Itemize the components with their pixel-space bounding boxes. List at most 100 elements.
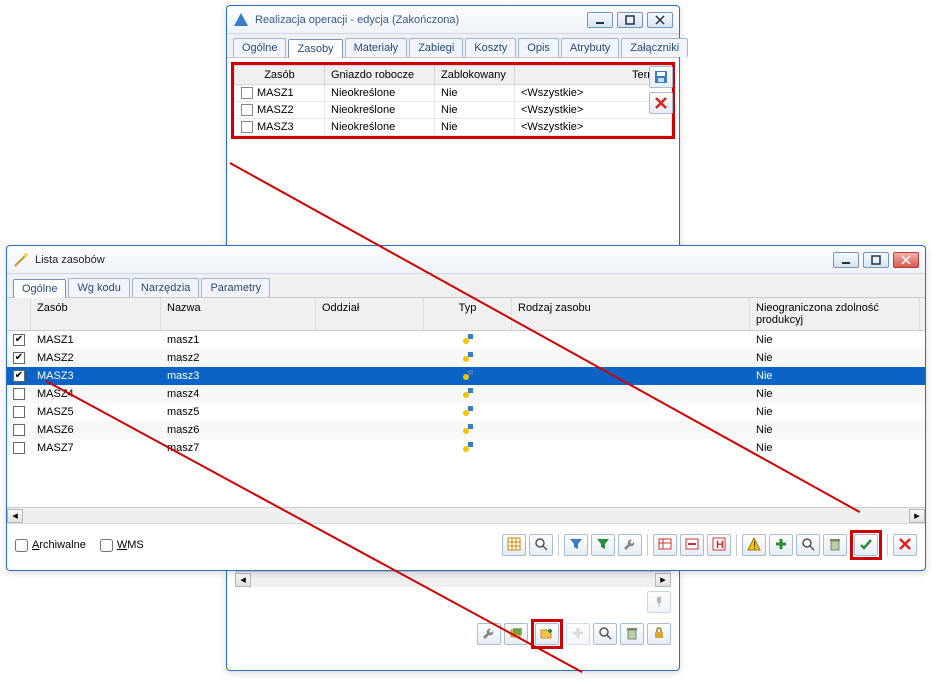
resource-row[interactable]: MASZ3NieokreśloneNie<Wszystkie> bbox=[235, 119, 672, 136]
row-checkbox[interactable] bbox=[13, 406, 25, 418]
row-checkbox[interactable] bbox=[241, 121, 253, 133]
resource-row[interactable]: MASZ1NieokreśloneNie<Wszystkie> bbox=[235, 85, 672, 102]
machine-type-icon bbox=[460, 332, 476, 346]
row-checkbox[interactable] bbox=[241, 87, 253, 99]
col-zablok[interactable]: Zablokowany bbox=[435, 66, 515, 85]
scroll-right-button[interactable]: ▸ bbox=[655, 573, 671, 587]
tab-atrybuty[interactable]: Atrybuty bbox=[561, 38, 619, 57]
trash-icon bbox=[625, 626, 639, 643]
list-row[interactable]: MASZ1masz1Nie bbox=[7, 331, 925, 349]
red-x-button[interactable] bbox=[893, 534, 917, 556]
warning-button[interactable]: ! bbox=[742, 534, 766, 556]
horizontal-scrollbar[interactable]: ◂ ▸ bbox=[235, 571, 671, 587]
lock-button[interactable] bbox=[647, 623, 671, 645]
close-button[interactable] bbox=[647, 12, 673, 28]
scroll-left-button[interactable]: ◂ bbox=[7, 509, 23, 523]
list-row[interactable]: MASZ4masz4Nie bbox=[7, 385, 925, 403]
tab-ogólne[interactable]: Ogólne bbox=[13, 279, 66, 298]
table-minus-button[interactable] bbox=[680, 534, 704, 556]
trash-button[interactable] bbox=[620, 623, 644, 645]
maximize-button[interactable] bbox=[617, 12, 643, 28]
pin-icon bbox=[653, 596, 665, 608]
minimize-button[interactable] bbox=[587, 12, 613, 28]
plus-disabled-button[interactable] bbox=[566, 623, 590, 645]
grid-button[interactable] bbox=[502, 534, 526, 556]
list-row[interactable]: MASZ5masz5Nie bbox=[7, 403, 925, 421]
scroll-left-button[interactable]: ◂ bbox=[235, 573, 251, 587]
resource-row[interactable]: MASZ2NieokreśloneNie<Wszystkie> bbox=[235, 102, 672, 119]
wrench-button[interactable] bbox=[477, 623, 501, 645]
wrench-button[interactable] bbox=[618, 534, 642, 556]
tab-zasoby[interactable]: Zasoby bbox=[288, 39, 342, 58]
window-title: Lista zasobów bbox=[35, 254, 833, 266]
col-gniazdo[interactable]: Gniazdo robocze bbox=[325, 66, 435, 85]
pin-button[interactable] bbox=[647, 591, 671, 613]
tab-ogólne[interactable]: Ogólne bbox=[233, 38, 286, 57]
footer-bar: Archiwalne WMS H! bbox=[7, 523, 925, 566]
tab-załączniki[interactable]: Załączniki bbox=[621, 38, 688, 57]
red-x-icon bbox=[898, 537, 912, 554]
col-zasob[interactable]: Zasób bbox=[235, 66, 325, 85]
list-row[interactable]: MASZ2masz2Nie bbox=[7, 349, 925, 367]
grid-header[interactable]: Zasób Nazwa Oddział Typ Rodzaj zasobu Ni… bbox=[7, 298, 925, 331]
horizontal-scrollbar[interactable]: ◂ ▸ bbox=[7, 507, 925, 523]
table-red-button[interactable] bbox=[653, 534, 677, 556]
list-row[interactable]: MASZ6masz6Nie bbox=[7, 421, 925, 439]
col-zasob[interactable]: Zasób bbox=[31, 298, 161, 330]
tab-parametry[interactable]: Parametry bbox=[201, 278, 270, 297]
magnifier-button[interactable] bbox=[796, 534, 820, 556]
wrench-icon bbox=[623, 537, 637, 554]
machine-type-icon bbox=[460, 350, 476, 364]
tab-opis[interactable]: Opis bbox=[518, 38, 559, 57]
svg-text:H: H bbox=[716, 539, 724, 551]
funnel-blue-button[interactable] bbox=[564, 534, 588, 556]
row-checkbox[interactable] bbox=[13, 442, 25, 454]
save-button[interactable] bbox=[649, 66, 673, 88]
minimize-button[interactable] bbox=[833, 252, 859, 268]
col-nazwa[interactable]: Nazwa bbox=[161, 298, 316, 330]
col-termin[interactable]: Termin bbox=[515, 66, 672, 85]
resources-grid[interactable]: Zasób Gniazdo robocze Zablokowany Termin… bbox=[234, 65, 672, 136]
maximize-button[interactable] bbox=[863, 252, 889, 268]
tab-materiały[interactable]: Materiały bbox=[345, 38, 408, 57]
scroll-right-button[interactable]: ▸ bbox=[909, 509, 925, 523]
close-button[interactable] bbox=[893, 252, 919, 268]
row-checkbox[interactable] bbox=[13, 424, 25, 436]
row-checkbox[interactable] bbox=[241, 104, 253, 116]
magnifier-icon bbox=[801, 537, 815, 554]
col-typ[interactable]: Typ bbox=[424, 298, 512, 330]
row-checkbox[interactable] bbox=[13, 388, 25, 400]
tab-koszty[interactable]: Koszty bbox=[465, 38, 516, 57]
plus-button[interactable] bbox=[769, 534, 793, 556]
tab-strip: OgólneWg koduNarzędziaParametry bbox=[7, 274, 925, 298]
delete-button[interactable] bbox=[649, 92, 673, 114]
tab-wg-kodu[interactable]: Wg kodu bbox=[68, 278, 129, 297]
funnel-excel-button[interactable] bbox=[591, 534, 615, 556]
floppy-icon bbox=[654, 70, 668, 84]
h-button[interactable]: H bbox=[707, 534, 731, 556]
archiwalne-checkbox[interactable]: Archiwalne bbox=[15, 539, 86, 552]
wms-checkbox[interactable]: WMS bbox=[100, 539, 144, 552]
operation-edit-window: Realizacja operacji - edycja (Zakończona… bbox=[226, 5, 680, 263]
machine-type-icon bbox=[460, 440, 476, 454]
grid-body[interactable]: MASZ1masz1NieMASZ2masz2NieMASZ3masz3NieM… bbox=[7, 331, 925, 507]
list-row[interactable]: MASZ3masz3Nie bbox=[7, 367, 925, 385]
lock-icon bbox=[652, 626, 666, 643]
folder-copy-button[interactable] bbox=[504, 623, 528, 645]
tab-narzędzia[interactable]: Narzędzia bbox=[132, 278, 200, 297]
magnifier-button[interactable] bbox=[529, 534, 553, 556]
trash-button[interactable] bbox=[823, 534, 847, 556]
titlebar[interactable]: Realizacja operacji - edycja (Zakończona… bbox=[227, 6, 679, 34]
tab-zabiegi[interactable]: Zabiegi bbox=[409, 38, 463, 57]
row-checkbox[interactable] bbox=[13, 370, 25, 382]
magnifier-button[interactable] bbox=[593, 623, 617, 645]
col-nieorg[interactable]: Nieograniczona zdolność produkcyj bbox=[750, 298, 920, 330]
folder-new-button[interactable] bbox=[535, 623, 559, 645]
row-checkbox[interactable] bbox=[13, 352, 25, 364]
list-row[interactable]: MASZ7masz7Nie bbox=[7, 439, 925, 457]
col-oddzial[interactable]: Oddział bbox=[316, 298, 424, 330]
titlebar[interactable]: Lista zasobów bbox=[7, 246, 925, 274]
row-checkbox[interactable] bbox=[13, 334, 25, 346]
check-button[interactable] bbox=[854, 534, 878, 556]
col-rodzaj[interactable]: Rodzaj zasobu bbox=[512, 298, 750, 330]
